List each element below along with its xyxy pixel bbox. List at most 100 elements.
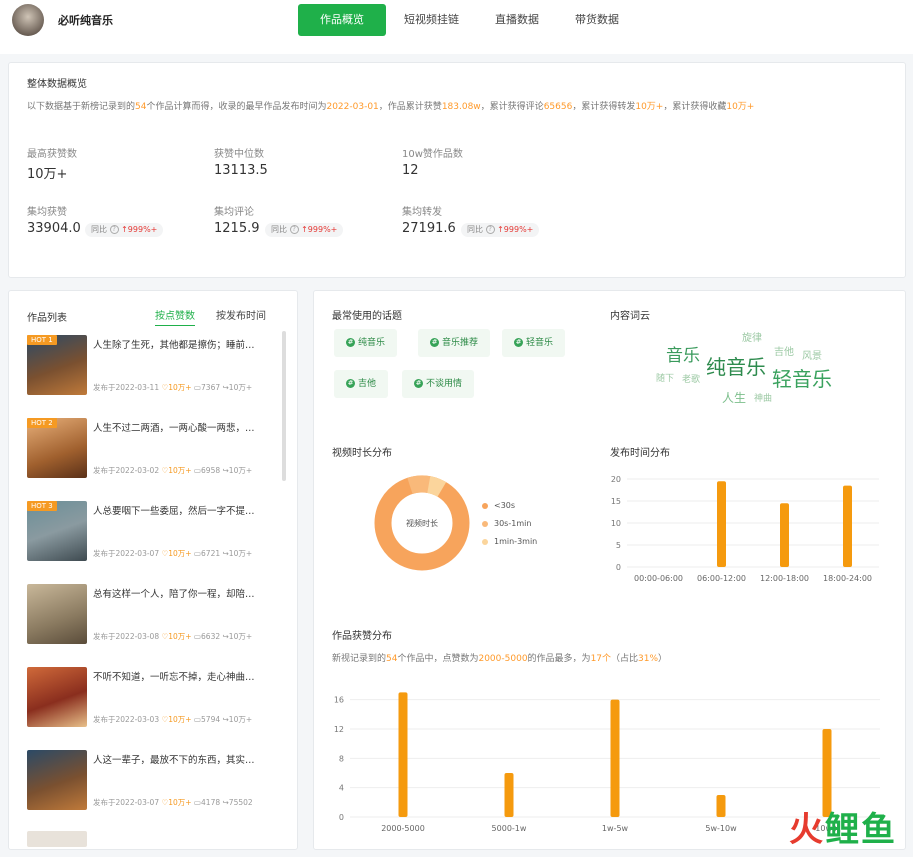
sort-by-time-tab[interactable]: 按发布时间 xyxy=(216,307,266,322)
help-icon[interactable]: ? xyxy=(289,225,299,234)
topic-tag[interactable]: # 纯音乐 xyxy=(334,329,398,357)
likes-dist-title: 作品获赞分布 xyxy=(332,631,392,642)
duration-title: 视频时长分布 xyxy=(332,448,392,459)
work-meta: 发布于2022-03-08 ♡10万+ ▭6632 ↪10万+ xyxy=(93,632,253,641)
tab-sales-data[interactable]: 带货数据 xyxy=(557,4,637,36)
y-tick-label: 15 xyxy=(611,497,621,506)
work-meta: 发布于2022-03-03 ♡10万+ ▭5794 ↪10万+ xyxy=(93,715,253,724)
work-meta: 发布于2022-03-07 ♡10万+ ▭6721 ↪10万+ xyxy=(93,549,253,558)
topics-title: 最常使用的话题 xyxy=(332,311,402,322)
yoy-badge-shares: 同比 ? ↑999%+ xyxy=(461,223,540,237)
x-tick-label: 06:00-12:00 xyxy=(697,574,746,583)
x-tick-label: 2000-5000 xyxy=(381,824,425,833)
y-tick-label: 5 xyxy=(616,541,621,550)
overview-title: 整体数据概览 xyxy=(27,79,87,90)
works-list-title: 作品列表 xyxy=(27,313,67,324)
duration-donut-chart: 视频时长 xyxy=(374,475,470,571)
bar xyxy=(398,692,408,817)
metric-label-avg-shares: 集均转发 xyxy=(402,207,442,218)
wordcloud-word: 神曲 xyxy=(754,394,773,404)
topic-tag[interactable]: # 不谈用情 xyxy=(402,370,475,398)
y-tick-label: 12 xyxy=(334,725,344,734)
topic-tag[interactable]: # 吉他 xyxy=(334,370,389,398)
list-scrollbar[interactable] xyxy=(282,331,286,481)
legend-swatch xyxy=(482,538,488,545)
x-tick-label: 5000-1w xyxy=(492,824,527,833)
metric-value-avg-shares: 27191.6 xyxy=(402,221,456,236)
y-tick-label: 10 xyxy=(611,519,621,528)
hash-icon: # xyxy=(346,338,355,347)
list-item[interactable]: 总有这样一个人，陪了你一程，却陪… 发布于2022-03-08 ♡10万+ ▭6… xyxy=(27,584,275,648)
bar xyxy=(716,795,726,817)
bar xyxy=(780,503,789,567)
work-title[interactable]: 人这一辈子，最放不下的东西，其实… xyxy=(93,752,273,766)
yoy-badge-comments: 同比 ? ↑999%+ xyxy=(265,223,344,237)
yoy-badge-likes: 同比 ? ↑999%+ xyxy=(85,223,164,237)
metric-label-median-likes: 获赞中位数 xyxy=(214,149,264,160)
help-icon[interactable]: ? xyxy=(485,225,495,234)
list-item[interactable]: HOT 2 人生不过二两酒，一两心酸一两悲，… 发布于2022-03-02 ♡1… xyxy=(27,418,275,482)
y-tick-label: 8 xyxy=(339,754,344,763)
tab-works-overview[interactable]: 作品概览 xyxy=(298,4,386,36)
legend-item: 1min-3min xyxy=(482,537,537,546)
analysis-card: 最常使用的话题 # 纯音乐 # 音乐推荐 # 轻音乐 # 吉他 # 不谈用情 内容词云 音… xyxy=(313,290,906,850)
work-title[interactable]: 不听不知道，一听忘不掉，走心神曲… xyxy=(93,669,273,683)
work-title[interactable]: 人生除了生死，其他都是擦伤；睡前… xyxy=(93,337,273,351)
wordcloud-word: 纯音乐 xyxy=(706,355,766,379)
video-thumbnail[interactable] xyxy=(27,750,87,810)
legend-item: 30s-1min xyxy=(482,519,531,528)
wordcloud-word: 风景 xyxy=(802,351,822,362)
x-tick-label: 18:00-24:00 xyxy=(823,574,872,583)
list-item[interactable]: 不听不知道，一听忘不掉，走心神曲… 发布于2022-03-03 ♡10万+ ▭5… xyxy=(27,667,275,731)
wordcloud-word: 轻音乐 xyxy=(772,367,832,391)
wordcloud-word: 吉他 xyxy=(774,347,794,358)
list-item[interactable]: HOT 1 人生除了生死，其他都是擦伤；睡前… 发布于2022-03-11 ♡1… xyxy=(27,335,275,399)
avatar[interactable] xyxy=(12,4,44,36)
x-tick-label: 00:00-06:00 xyxy=(634,574,683,583)
list-item[interactable]: HOT 3 人总要咽下一些委屈，然后一字不提… 发布于2022-03-07 ♡1… xyxy=(27,501,275,565)
works-list-card: 作品列表 按点赞数 按发布时间 HOT 1 人生除了生死，其他都是擦伤；睡前… … xyxy=(8,290,298,850)
hash-icon: # xyxy=(430,338,439,347)
wordcloud-word: 音乐 xyxy=(666,346,700,366)
wordcloud-word: 随下 xyxy=(656,374,675,384)
x-tick-label: 1w-5w xyxy=(602,824,629,833)
overview-card: 整体数据概览 以下数据基于新榜记录到的54个作品计算而得，收录的最早作品发布时间… xyxy=(8,62,906,278)
work-title[interactable]: 人生不过二两酒，一两心酸一两悲，… xyxy=(93,420,273,434)
video-thumbnail[interactable] xyxy=(27,584,87,644)
y-tick-label: 16 xyxy=(334,696,344,705)
bar xyxy=(717,481,726,567)
x-tick-label: 12:00-18:00 xyxy=(760,574,809,583)
hash-icon: # xyxy=(514,338,523,347)
top-bar: 必听纯音乐 作品概览 短视频挂链 直播数据 带货数据 xyxy=(0,0,913,54)
overview-description: 以下数据基于新榜记录到的54个作品计算而得，收录的最早作品发布时间为2022-0… xyxy=(27,102,755,112)
list-item[interactable]: 人这一辈子，最放不下的东西，其实… 发布于2022-03-07 ♡10万+ ▭4… xyxy=(27,750,275,814)
metric-value-avg-comments: 1215.9 xyxy=(214,221,260,236)
topic-tag[interactable]: # 轻音乐 xyxy=(502,329,566,357)
topic-tag[interactable]: # 音乐推荐 xyxy=(418,329,491,357)
tab-live-data[interactable]: 直播数据 xyxy=(477,4,557,36)
metric-label-max-likes: 最高获赞数 xyxy=(27,149,77,160)
y-tick-label: 0 xyxy=(616,563,621,572)
metric-value-10w-works: 12 xyxy=(402,163,419,178)
publish-time-title: 发布时间分布 xyxy=(610,448,670,459)
video-thumbnail[interactable] xyxy=(27,831,87,847)
work-meta: 发布于2022-03-11 ♡10万+ ▭7367 ↪10万+ xyxy=(93,383,253,392)
hash-icon: # xyxy=(346,379,355,388)
bar xyxy=(610,699,620,817)
y-tick-label: 0 xyxy=(339,813,344,822)
y-tick-label: 4 xyxy=(339,784,344,793)
tab-short-video-links[interactable]: 短视频挂链 xyxy=(386,4,477,36)
wordcloud-word: 旋律 xyxy=(742,333,762,344)
hot-badge: HOT 1 xyxy=(27,335,57,345)
video-thumbnail[interactable] xyxy=(27,667,87,727)
work-title[interactable]: 人总要咽下一些委屈，然后一字不提… xyxy=(93,503,273,517)
sort-by-likes-tab[interactable]: 按点赞数 xyxy=(155,307,195,326)
x-tick-label: 5w-10w xyxy=(705,824,737,833)
work-title[interactable]: 总有这样一个人，陪了你一程，却陪… xyxy=(93,586,273,600)
work-meta: 发布于2022-03-07 ♡10万+ ▭4178 ↪75502 xyxy=(93,798,253,807)
metric-value-median-likes: 13113.5 xyxy=(214,163,268,178)
hot-badge: HOT 3 xyxy=(27,501,57,511)
main-tabs: 作品概览 短视频挂链 直播数据 带货数据 xyxy=(298,4,637,36)
help-icon[interactable]: ? xyxy=(109,225,119,234)
metric-label-avg-likes: 集均获赞 xyxy=(27,207,67,218)
